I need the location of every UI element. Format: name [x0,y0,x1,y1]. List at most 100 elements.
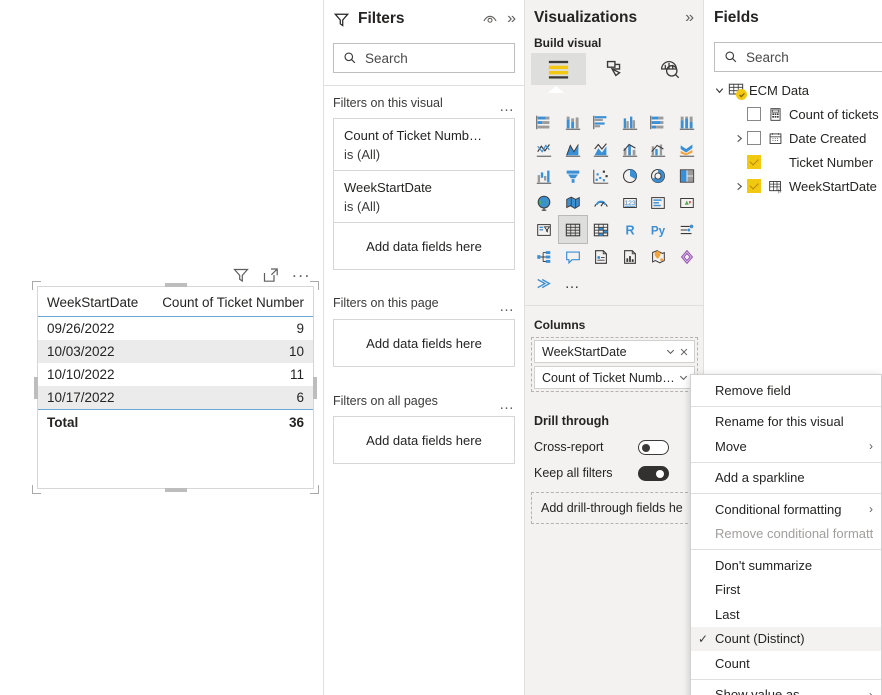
remove-field-icon[interactable] [677,347,690,357]
viz-pie-chart-icon[interactable] [616,162,645,189]
chevron-right-icon[interactable] [732,133,747,144]
viz-decomposition-tree-icon[interactable] [530,243,559,270]
viz-key-influencers-icon[interactable] [673,216,702,243]
viz-stacked-area-chart-icon[interactable] [587,135,616,162]
filters-search-input[interactable]: Search [333,43,515,73]
viz-matrix-icon[interactable] [587,216,616,243]
focus-mode-icon[interactable] [262,266,280,284]
table-row[interactable]: 10/17/2022 6 [38,386,313,410]
viz-q-and-a-icon[interactable] [559,243,588,270]
viz-line-and-stacked-column-chart-icon[interactable] [616,135,645,162]
viz-area-chart-icon[interactable] [559,135,588,162]
viz-100-stacked-bar-chart-icon[interactable] [644,108,673,135]
chevron-down-icon[interactable] [712,85,727,96]
viz-kpi-icon[interactable] [673,189,702,216]
selection-handle-bottom[interactable] [164,488,187,492]
ctx-move[interactable]: Move › [691,434,881,459]
filters-on-this-page-more-icon[interactable]: … [499,299,515,314]
viz-card-icon[interactable]: 123 [616,189,645,216]
cross-report-toggle[interactable] [638,440,669,455]
field-chip-count-of-ticket-number[interactable]: Count of Ticket Numb… [534,366,695,389]
tree-item-date-created[interactable]: Date Created [712,126,882,150]
viz-r-script-icon[interactable]: R [616,216,645,243]
viz-funnel-chart-icon[interactable] [559,162,588,189]
viz-waterfall-chart-icon[interactable] [530,162,559,189]
hide-eye-icon[interactable] [481,10,499,28]
viz-smart-narrative-icon[interactable] [587,243,616,270]
viz-map-icon[interactable] [530,189,559,216]
selection-handle-left[interactable] [34,376,38,399]
table-visual-grid[interactable]: WeekStartDate Count of Ticket Number 09/… [38,287,313,434]
table-col-header-weekstartdate[interactable]: WeekStartDate [38,287,150,317]
collapse-filters-icon[interactable]: » [507,10,516,28]
viz-power-apps-icon[interactable] [673,243,702,270]
viz-table-icon[interactable] [557,215,588,244]
selection-handle-top-left[interactable] [32,281,41,290]
field-checkbox[interactable] [747,155,761,169]
fields-search-input[interactable]: Search [714,42,882,72]
tab-analytics[interactable] [641,53,696,85]
ctx-last[interactable]: Last [691,602,881,627]
table-row[interactable]: 09/26/2022 9 [38,317,313,341]
chevron-down-icon[interactable] [664,346,677,357]
ctx-count[interactable]: Count [691,651,881,676]
ctx-show-value-as[interactable]: Show value as › [691,683,881,695]
filter-card-count-of-ticket-number[interactable]: Count of Ticket Numb… is (All) [333,118,515,172]
columns-well-dropzone[interactable]: WeekStartDate Count of Ticket Numb… [531,337,698,392]
tree-item-count-of-tickets[interactable]: Count of tickets [712,102,882,126]
ctx-count-distinct[interactable]: ✓ Count (Distinct) [691,626,881,651]
ctx-dont-summarize[interactable]: Don't summarize [691,553,881,578]
viz-clustered-column-chart-icon[interactable] [616,108,645,135]
viz-slicer-icon[interactable] [530,216,559,243]
field-chip-weekstartdate[interactable]: WeekStartDate [534,340,695,363]
selection-handle-right[interactable] [313,376,317,399]
viz-more-options-icon[interactable]: … [559,270,588,297]
visual-more-options-icon[interactable]: ... [292,263,311,283]
field-checkbox[interactable] [747,107,761,121]
ctx-first[interactable]: First [691,578,881,603]
viz-stacked-column-chart-icon[interactable] [559,108,588,135]
viz-filled-map-icon[interactable] [559,189,588,216]
viz-ribbon-chart-icon[interactable] [673,135,702,162]
viz-line-chart-icon[interactable] [530,135,559,162]
ctx-conditional-formatting[interactable]: Conditional formatting › [691,497,881,522]
chevron-down-icon[interactable] [677,372,690,383]
selection-handle-top-right[interactable] [310,281,319,290]
filters-allpages-dropzone[interactable]: Add data fields here [333,416,515,464]
selection-handle-bottom-left[interactable] [32,485,41,494]
filters-visual-dropzone[interactable]: Add data fields here [333,222,515,270]
viz-donut-chart-icon[interactable] [644,162,673,189]
tree-item-ecm-data[interactable]: ECM Data [712,78,882,102]
selection-handle-top[interactable] [164,283,187,287]
tree-item-weekstartdate[interactable]: fx WeekStartDate [712,174,882,198]
filter-icon[interactable] [232,266,250,284]
table-visual-container[interactable]: WeekStartDate Count of Ticket Number 09/… [32,281,319,494]
filters-on-all-pages-more-icon[interactable]: … [499,397,515,412]
viz-python-script-icon[interactable]: Py [644,216,673,243]
ctx-add-a-sparkline[interactable]: Add a sparkline [691,466,881,491]
viz-multi-row-card-icon[interactable] [644,189,673,216]
filters-on-this-visual-more-icon[interactable]: … [499,99,515,114]
table-visual[interactable]: WeekStartDate Count of Ticket Number 09/… [37,286,314,489]
viz-paginated-report-icon[interactable] [616,243,645,270]
viz-scatter-chart-icon[interactable] [587,162,616,189]
ctx-remove-field[interactable]: Remove field [691,378,881,403]
tree-item-ticket-number[interactable]: Ticket Number [712,150,882,174]
viz-line-and-clustered-column-chart-icon[interactable] [644,135,673,162]
table-col-header-count[interactable]: Count of Ticket Number [149,287,313,317]
viz-stacked-bar-chart-icon[interactable] [530,108,559,135]
viz-treemap-icon[interactable] [673,162,702,189]
viz-clustered-bar-chart-icon[interactable] [587,108,616,135]
tab-format-visual[interactable] [586,53,641,85]
chevron-right-icon[interactable] [732,181,747,192]
table-row[interactable]: 10/03/2022 10 [38,340,313,363]
ctx-rename-for-this-visual[interactable]: Rename for this visual [691,410,881,435]
collapse-visualizations-icon[interactable]: » [685,9,694,27]
table-row[interactable]: 10/10/2022 11 [38,363,313,386]
tab-build-visual[interactable] [531,53,586,85]
filter-card-weekstartdate[interactable]: WeekStartDate is (All) [333,170,515,224]
viz-gauge-icon[interactable] [587,189,616,216]
drill-through-dropzone[interactable]: Add drill-through fields he [531,492,698,524]
keep-all-filters-toggle[interactable] [638,466,669,481]
selection-handle-bottom-right[interactable] [310,485,319,494]
